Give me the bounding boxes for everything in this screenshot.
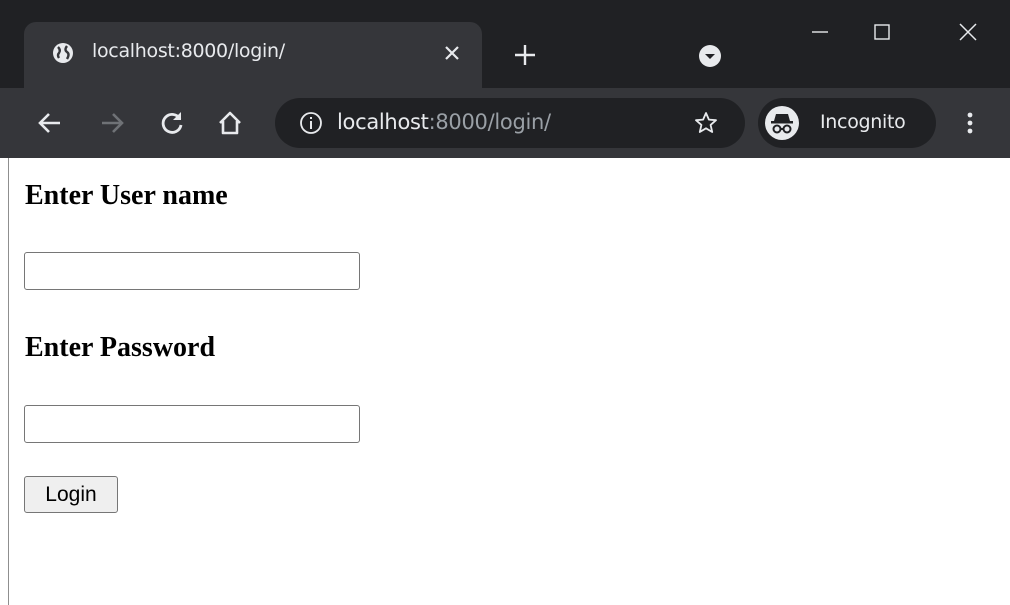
info-icon[interactable] [299,111,323,135]
username-input[interactable] [24,252,360,290]
window-edge-divider [8,158,9,605]
maximize-icon[interactable] [868,18,896,46]
login-button[interactable]: Login [24,476,118,513]
tab-title: localhost:8000/login/ [92,40,285,62]
address-bar-url: localhost:8000/login/ [337,110,551,134]
star-icon[interactable] [693,110,719,136]
username-label: Enter User name [25,180,228,211]
page-viewport: Enter User name Enter Password Login [0,158,1010,605]
incognito-icon [765,106,799,140]
globe-icon [53,43,73,63]
password-label: Enter Password [25,332,216,363]
window-close-icon[interactable] [954,18,982,46]
url-host: localhost [337,110,429,134]
minimize-icon[interactable] [806,18,834,46]
home-icon[interactable] [216,109,244,137]
incognito-badge[interactable]: Incognito [758,98,936,148]
kebab-menu-icon[interactable] [956,109,984,137]
browser-toolbar: localhost:8000/login/ Incognito [0,88,1010,158]
plus-icon[interactable] [512,42,538,68]
address-bar[interactable]: localhost:8000/login/ [275,98,745,148]
browser-tab[interactable]: localhost:8000/login/ [24,22,482,88]
arrow-right-icon[interactable] [98,109,126,137]
reload-icon[interactable] [158,109,186,137]
password-input[interactable] [24,405,360,443]
close-icon[interactable] [440,41,464,65]
url-path: :8000/login/ [428,110,552,134]
arrow-left-icon[interactable] [36,109,64,137]
incognito-label: Incognito [820,111,906,133]
chevron-down-icon[interactable] [698,44,722,68]
